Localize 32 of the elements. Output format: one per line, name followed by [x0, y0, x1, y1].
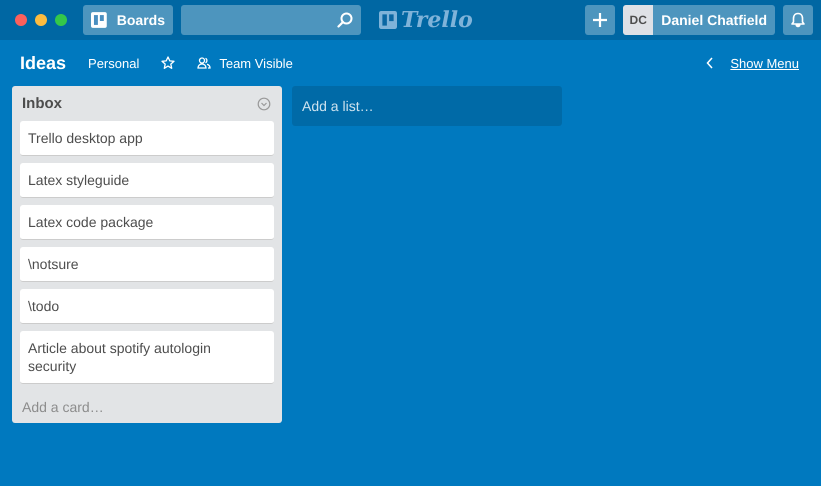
search-field[interactable]	[181, 5, 361, 35]
visibility-button[interactable]: Team Visible	[193, 54, 297, 72]
zoom-icon[interactable]	[55, 14, 67, 26]
boards-button[interactable]: Boards	[83, 5, 173, 35]
board-title[interactable]: Ideas	[20, 52, 66, 74]
team-link[interactable]: Personal	[84, 54, 144, 72]
close-icon[interactable]	[15, 14, 27, 26]
avatar: DC	[623, 5, 654, 35]
card[interactable]: Latex styleguide	[20, 163, 274, 198]
card[interactable]: \notsure	[20, 247, 274, 282]
list-title: Inbox	[22, 95, 62, 112]
search-icon	[337, 12, 353, 28]
card[interactable]: Trello desktop app	[20, 121, 274, 156]
logo-icon	[379, 11, 397, 29]
card[interactable]: \todo	[20, 289, 274, 324]
logo-text: Trello	[401, 7, 473, 33]
chevron-left-icon	[706, 57, 714, 69]
people-icon	[197, 57, 212, 69]
notifications-button[interactable]	[783, 5, 813, 35]
bell-icon	[790, 12, 806, 28]
show-menu-link[interactable]: Show Menu	[726, 54, 803, 72]
minimize-icon[interactable]	[35, 14, 47, 26]
card[interactable]: Latex code package	[20, 205, 274, 240]
boards-icon	[91, 12, 107, 28]
star-icon	[161, 56, 176, 70]
card[interactable]: Article about spotify autologin security	[20, 331, 274, 384]
list-menu-icon[interactable]	[257, 96, 271, 110]
add-button[interactable]	[585, 5, 616, 35]
user-menu-button[interactable]: DC Daniel Chatfield	[623, 5, 775, 35]
user-name: Daniel Chatfield	[661, 12, 767, 28]
add-list-button[interactable]: Add a list…	[292, 86, 562, 126]
plus-icon	[592, 12, 608, 28]
